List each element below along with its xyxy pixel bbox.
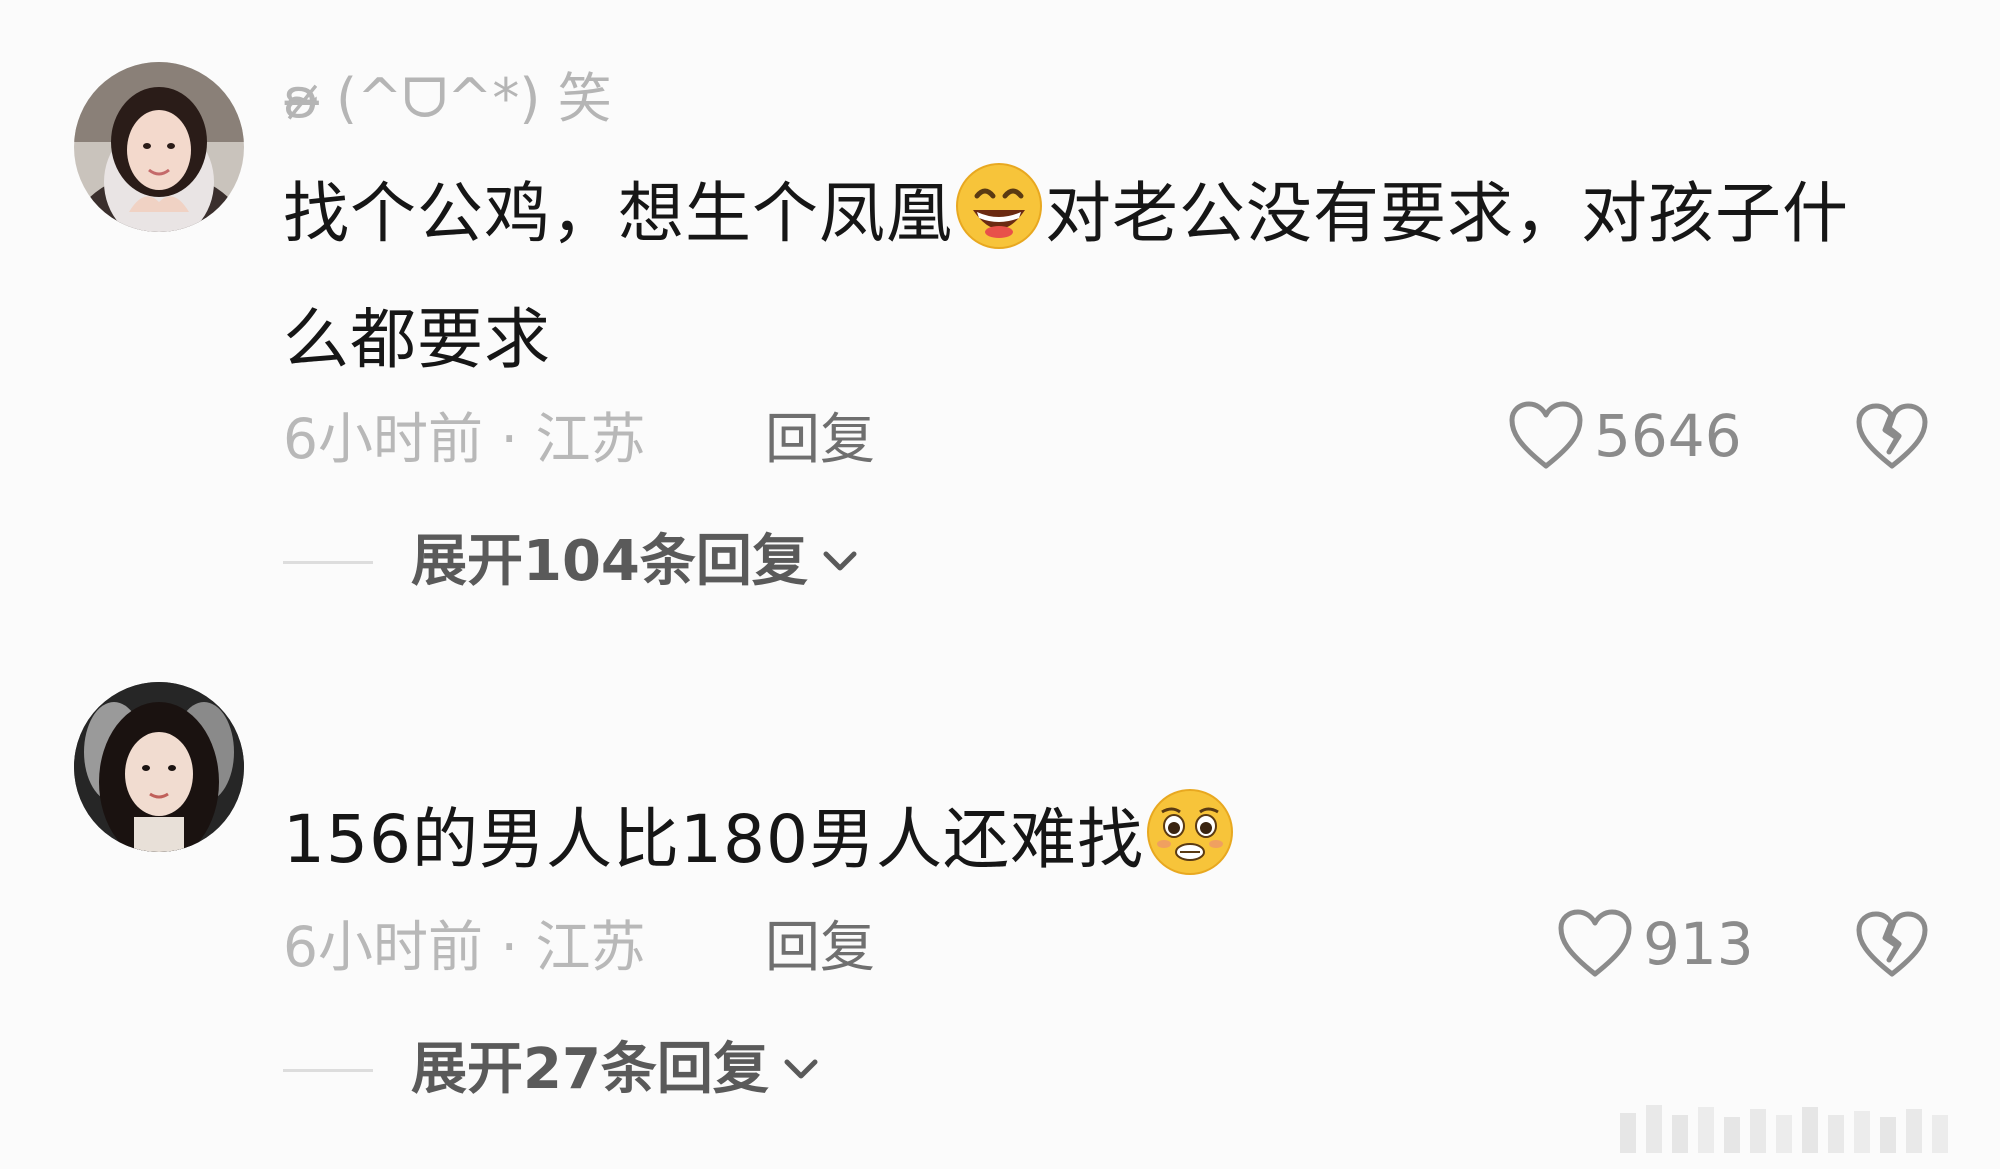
expand-replies-button[interactable]: 展开27条回复 [411,1042,819,1098]
broken-heart-icon [1856,911,1928,977]
dislike-button[interactable] [1855,910,1929,984]
comment-text: 找个公鸡，想生个凤凰 对老公没有要求，对孩子什么都要求 [283,158,1883,396]
like-button[interactable]: 5646 [1508,400,1742,472]
expand-replies-label: 展开104条回复 [411,529,808,594]
chevron-down-icon [784,1059,818,1079]
comment-list: ʚ̴̶̷̷ (^ᗜ^*) 笑 找个公鸡，想生个凤凰 对老公没有要求，对孩子什么都… [0,0,2000,1169]
watermark [1600,1085,2000,1169]
expand-replies-label: 展开27条回复 [411,1037,769,1102]
pleading-face-emoji [1146,788,1234,910]
divider [283,1068,373,1072]
avatar[interactable] [74,62,244,232]
expand-replies: 展开27条回复 [283,1042,819,1098]
time-location: 6小时前 · 江苏 [283,407,646,471]
reply-button[interactable]: 回复 [765,412,875,467]
chevron-down-icon [823,551,857,571]
broken-heart-icon [1856,403,1928,469]
avatar[interactable] [74,682,244,852]
divider [283,560,373,564]
expand-replies: 展开104条回复 [283,534,858,590]
expand-replies-button[interactable]: 展开104条回复 [411,534,858,590]
like-button[interactable]: 913 [1557,908,1754,980]
heart-outline-icon [1558,909,1632,977]
comment-text-part: 找个公鸡，想生个凤凰 [283,175,953,252]
heart-outline-icon [1509,401,1583,469]
grinning-face-emoji [955,162,1043,284]
dislike-button[interactable] [1855,402,1929,476]
like-count: 5646 [1594,402,1742,470]
username[interactable]: ʚ̴̶̷̷ (^ᗜ^*) 笑 [283,72,612,126]
comment-text-part: 156的男人比180男人还难找 [283,801,1144,878]
like-count: 913 [1643,910,1754,978]
time-location: 6小时前 · 江苏 [283,915,646,979]
reply-button[interactable]: 回复 [765,920,875,975]
comment-text: 156的男人比180男人还难找 [283,784,1883,910]
